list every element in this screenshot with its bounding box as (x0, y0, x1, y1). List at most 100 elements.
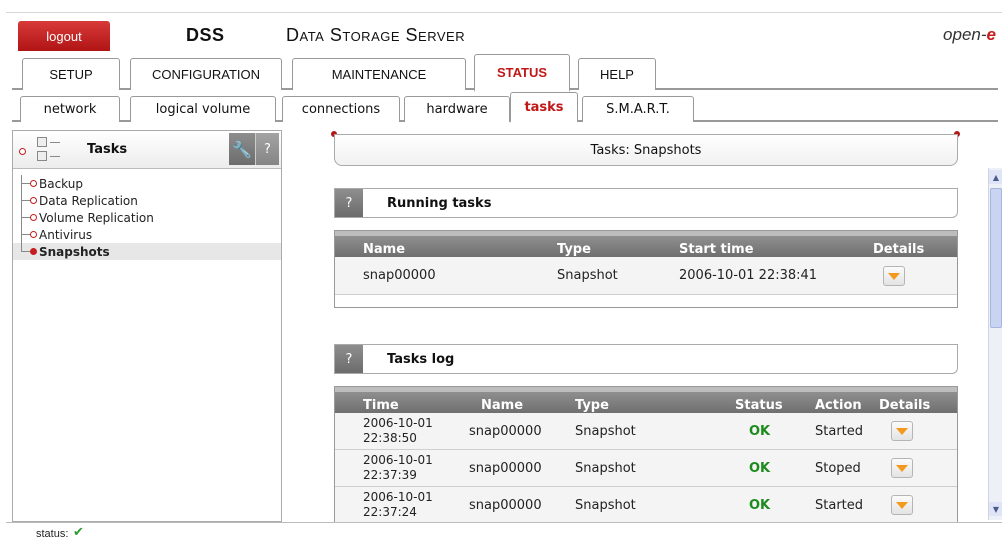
subtab-connections[interactable]: connections (282, 96, 400, 122)
cell-action: Stoped (815, 461, 861, 476)
cell-status: OK (749, 424, 771, 439)
tree-item-label: Snapshots (39, 244, 110, 259)
content-scrollbar[interactable]: ▲ ▼ (988, 168, 1002, 520)
tree-item-volume-replication[interactable]: Volume Replication (13, 209, 281, 226)
column-header-name: Name (363, 242, 406, 257)
app-header: logout DSS Data Storage Server open-e (6, 12, 1002, 52)
cell-name: snap00000 (469, 461, 542, 476)
tree-node-icon (30, 248, 37, 255)
tab-configuration[interactable]: CONFIGURATION (130, 58, 282, 90)
tasks-tree-panel: Tasks 🔧 ? Backup Data Replication Volume… (12, 130, 282, 522)
subtab-smart[interactable]: S.M.A.R.T. (582, 96, 694, 122)
cell-time-date: 2006-10-01 (363, 453, 433, 467)
scroll-down-icon[interactable]: ▼ (989, 502, 1002, 516)
running-tasks-header: ? Running tasks (334, 188, 958, 218)
details-button[interactable] (891, 421, 913, 441)
column-header-details: Details (873, 242, 925, 257)
running-tasks-table: Name Type Start time Details snap00000 S… (334, 230, 958, 308)
sub-tab-bar: network logical volume connections hardw… (12, 92, 998, 123)
tree-node-icon (30, 180, 37, 187)
tree-item-antivirus[interactable]: Antivirus (13, 226, 281, 243)
details-button[interactable] (883, 266, 905, 286)
tree-node-icon (30, 214, 37, 221)
tree-item-snapshots[interactable]: Snapshots (13, 243, 281, 260)
tree-item-label: Antivirus (39, 227, 93, 242)
vendor-prefix: open- (943, 25, 987, 44)
chevron-down-icon (896, 464, 908, 472)
tasks-log-help-button[interactable]: ? (335, 345, 363, 373)
subtab-hardware[interactable]: hardware (404, 96, 510, 122)
tree-item-label: Data Replication (39, 193, 138, 208)
main-tab-bar: SETUP CONFIGURATION MAINTENANCE STATUS H… (12, 54, 998, 92)
status-bar: status: ✔ (6, 522, 1002, 544)
vendor-suffix: e (986, 25, 996, 44)
tree-node-icon (30, 197, 37, 204)
running-tasks-title: Running tasks (387, 196, 492, 211)
cell-time-clock: 22:37:39 (363, 468, 417, 482)
cell-action: Started (815, 498, 864, 513)
tab-setup[interactable]: SETUP (22, 58, 120, 90)
logout-button[interactable]: logout (18, 21, 110, 51)
tasks-log-table-header: Time Name Type Status Action Details (335, 387, 957, 413)
tasks-log-table: Time Name Type Status Action Details 200… (334, 386, 958, 522)
cell-start-time: 2006-10-01 22:38:41 (679, 268, 818, 283)
table-row: snap00000 Snapshot 2006-10-01 22:38:41 (335, 257, 957, 295)
cell-time-date: 2006-10-01 (363, 416, 433, 430)
column-header-details: Details (879, 398, 931, 413)
status-label: status: (36, 528, 69, 540)
tasks-tree: Backup Data Replication Volume Replicati… (13, 175, 281, 260)
table-row: 2006-10-01 22:37:39 snap00000 Snapshot O… (335, 450, 957, 487)
subtab-network[interactable]: network (20, 96, 120, 122)
cell-name: snap00000 (363, 268, 436, 283)
column-header-action: Action (815, 398, 862, 413)
tree-item-label: Backup (39, 176, 83, 191)
tree-item-data-replication[interactable]: Data Replication (13, 192, 281, 209)
cell-type: Snapshot (557, 268, 618, 283)
check-icon: ✔ (73, 525, 84, 540)
tasks-log-header: ? Tasks log (334, 344, 958, 374)
product-title: Data Storage Server (286, 25, 466, 45)
cell-status: OK (749, 498, 771, 513)
cell-type: Snapshot (575, 461, 636, 476)
tasks-list-icon (37, 137, 61, 163)
details-button[interactable] (891, 495, 913, 515)
panel-dot-icon (19, 148, 26, 155)
tab-maintenance[interactable]: MAINTENANCE (292, 58, 466, 90)
table-row: 2006-10-01 22:37:24 snap00000 Snapshot O… (335, 487, 957, 522)
column-header-type: Type (557, 242, 591, 257)
column-header-name: Name (481, 398, 524, 413)
page-title: Tasks: Snapshots (334, 134, 958, 166)
chevron-down-icon (896, 501, 908, 509)
brand-logo: DSS (186, 25, 225, 45)
vendor-logo: open-e (943, 25, 996, 45)
cell-name: snap00000 (469, 498, 542, 513)
cell-name: snap00000 (469, 424, 542, 439)
cell-time-date: 2006-10-01 (363, 490, 433, 504)
tasks-panel-header: Tasks 🔧 ? (13, 131, 281, 169)
panel-help-button[interactable]: ? (255, 133, 279, 165)
tree-item-label: Volume Replication (39, 210, 154, 225)
subtab-logical-volume[interactable]: logical volume (130, 96, 276, 122)
tab-help[interactable]: HELP (578, 58, 656, 90)
column-header-start-time: Start time (679, 242, 754, 257)
chevron-down-icon (888, 272, 900, 280)
cell-type: Snapshot (575, 498, 636, 513)
tree-item-backup[interactable]: Backup (13, 175, 281, 192)
scroll-up-icon[interactable]: ▲ (989, 170, 1002, 184)
wrench-icon[interactable]: 🔧 (229, 133, 255, 165)
cell-status: OK (749, 461, 771, 476)
column-header-type: Type (575, 398, 609, 413)
cell-time-clock: 22:37:24 (363, 505, 417, 519)
running-tasks-help-button[interactable]: ? (335, 189, 363, 217)
cell-time-clock: 22:38:50 (363, 431, 417, 445)
chevron-down-icon (896, 427, 908, 435)
tab-status[interactable]: STATUS (474, 54, 570, 92)
tree-node-icon (30, 231, 37, 238)
scrollbar-thumb[interactable] (990, 188, 1002, 328)
table-row: 2006-10-01 22:38:50 snap00000 Snapshot O… (335, 413, 957, 450)
column-header-time: Time (363, 398, 399, 413)
subtab-tasks[interactable]: tasks (510, 92, 578, 123)
details-button[interactable] (891, 458, 913, 478)
column-header-status: Status (735, 398, 783, 413)
running-tasks-table-header: Name Type Start time Details (335, 231, 957, 257)
